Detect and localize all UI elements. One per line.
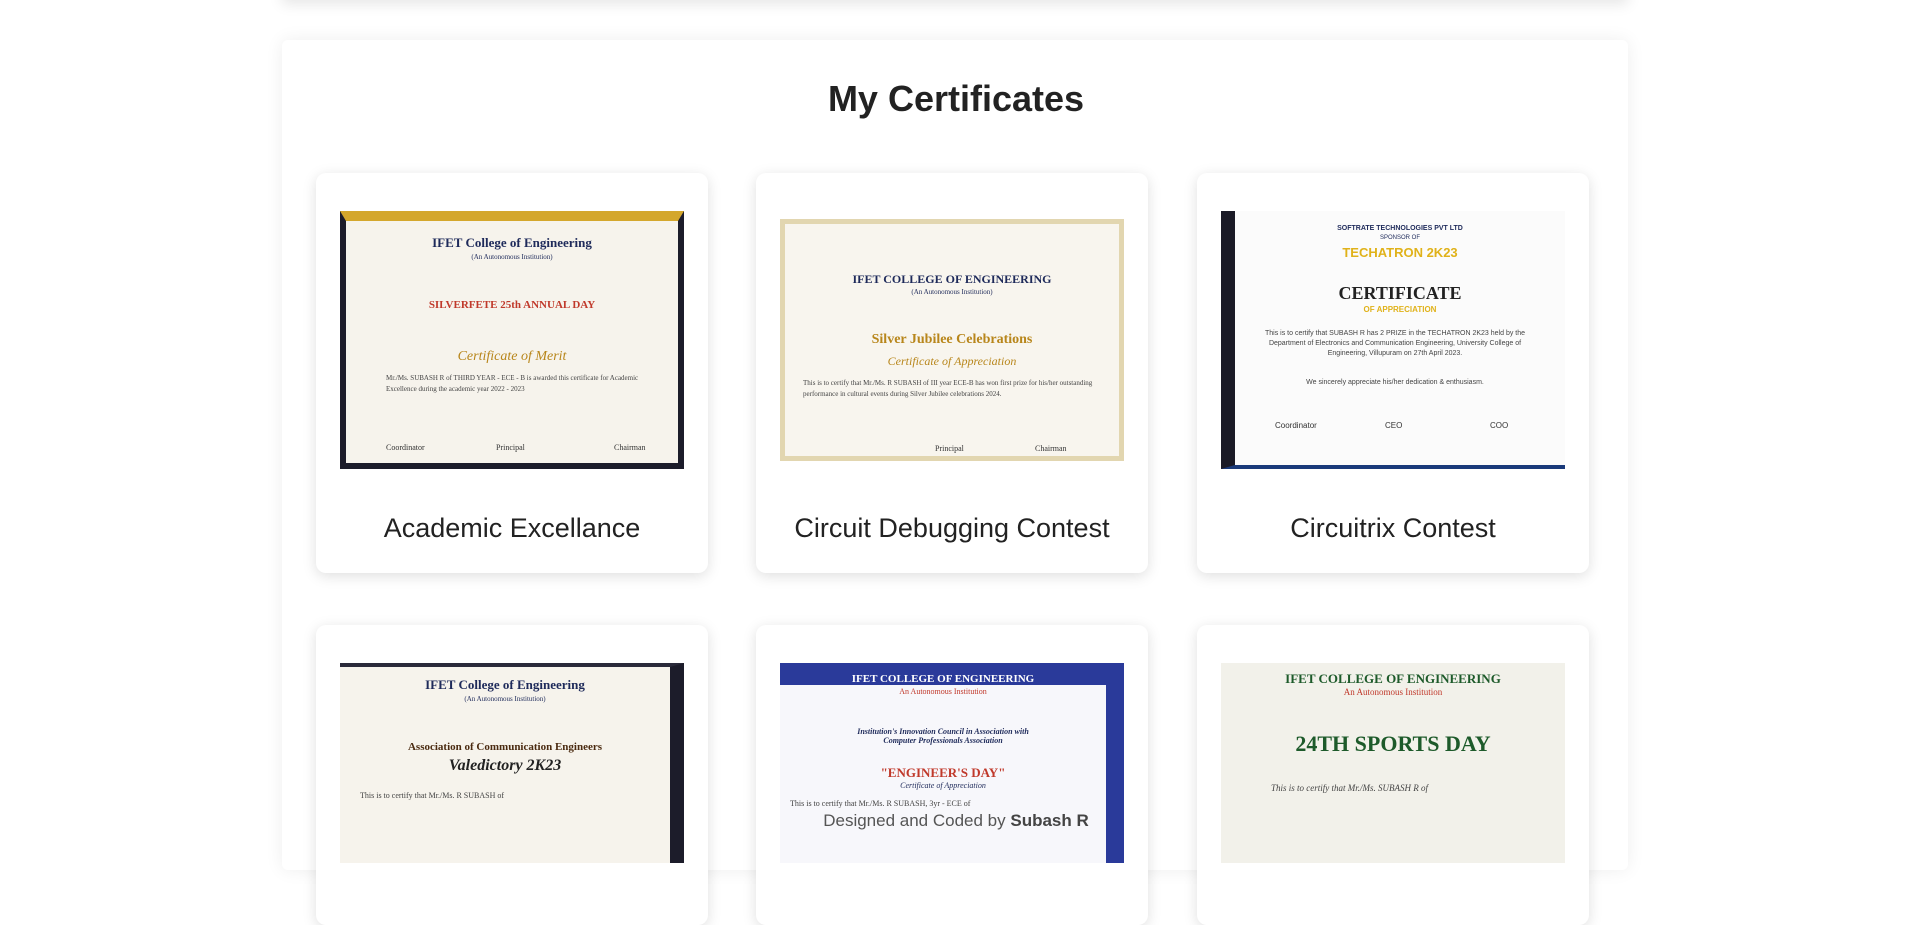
certificate-image[interactable]: IFET COLLEGE OF ENGINEERING An Autonomou… (1221, 663, 1565, 863)
certificate-title: Academic Excellance (383, 513, 641, 543)
cert-event: 24TH SPORTS DAY (1295, 731, 1491, 756)
cert-heading: Certificate of Merit (457, 349, 567, 364)
cert-heading: CERTIFICATE (1338, 283, 1462, 303)
cert-heading: "ENGINEER'S DAY" (880, 765, 1006, 780)
certificate-card[interactable]: IFET COLLEGE OF ENGINEERING (An Autonomo… (756, 173, 1148, 573)
cert-subtitle: (An Autonomous Institution) (911, 288, 993, 296)
footer-credit: Designed and Coded by Subash R (0, 811, 1912, 831)
cert-signature: CEO (1385, 421, 1403, 430)
cert-signature: COO (1490, 421, 1509, 430)
cert-institution: IFET College of Engineering (432, 235, 592, 250)
cert-signature: Principal (935, 444, 964, 453)
cert-institution: IFET COLLEGE OF ENGINEERING (780, 673, 1106, 685)
cert-subtitle: (An Autonomous Institution) (464, 695, 546, 703)
cert-heading: Certificate of Appreciation (887, 354, 1017, 368)
cert-institution: SOFTRATE TECHNOLOGIES PVT LTD (1337, 225, 1463, 232)
certificate-image[interactable]: IFET College of Engineering (An Autonomo… (340, 211, 684, 469)
cert-body: This is to certify that SUBASH R has 2 P… (1265, 330, 1526, 357)
cert-institution: IFET College of Engineering (425, 677, 585, 692)
certificate-card[interactable]: SOFTRATE TECHNOLOGIES PVT LTD SPONSOR OF… (1197, 173, 1589, 573)
cert-body: This is to certify that Mr./Ms. R SUBASH… (790, 799, 971, 808)
cert-institution: IFET COLLEGE OF ENGINEERING (1285, 671, 1501, 686)
cert-subtitle: An Autonomous Institution (1343, 687, 1443, 697)
footer-prefix: Designed and Coded by (823, 811, 1006, 830)
page-title: My Certificates (827, 78, 1085, 119)
certificate-card[interactable]: IFET COLLEGE OF ENGINEERING An Autonomou… (1197, 625, 1589, 925)
cert-institution: IFET COLLEGE OF ENGINEERING (852, 272, 1052, 286)
cert-event: SILVERFETE 25th ANNUAL DAY (428, 299, 596, 311)
cert-signature: Coordinator (386, 443, 425, 452)
cert-body: Mr./Ms. SUBASH R of THIRD YEAR - ECE - B… (386, 374, 639, 393)
footer-author: Subash R (1010, 811, 1089, 830)
cert-event: Silver Jubilee Celebrations (871, 332, 1033, 347)
certificate-card[interactable]: IFET College of Engineering (An Autonomo… (316, 625, 708, 925)
certificate-card[interactable]: IFET COLLEGE OF ENGINEERING An Autonomou… (756, 625, 1148, 925)
certificate-title: Circuitrix Contest (1290, 513, 1496, 543)
certificate-card[interactable]: IFET College of Engineering (An Autonomo… (316, 173, 708, 573)
cert-subheading: Certificate of Appreciation (900, 781, 986, 790)
cert-signature: Principal (496, 443, 525, 452)
certificate-title: Circuit Debugging Contest (794, 513, 1110, 543)
cert-signature: Coordinator (1275, 421, 1317, 430)
cert-subtitle: SPONSOR OF (1379, 235, 1420, 241)
cert-event: Institution's Innovation Council in Asso… (857, 727, 1029, 745)
cert-subtitle: An Autonomous Institution (899, 687, 987, 696)
cert-subheading: OF APPRECIATION (1363, 305, 1437, 314)
certificate-image[interactable]: IFET COLLEGE OF ENGINEERING (An Autonomo… (780, 219, 1124, 461)
cert-body: This is to certify that Mr./Ms. R SUBASH… (360, 791, 505, 800)
cert-note: We sincerely appreciate his/her dedicati… (1306, 379, 1484, 386)
cert-body: This is to certify that Mr./Ms. R SUBASH… (803, 379, 1093, 398)
certificate-image[interactable]: IFET College of Engineering (An Autonomo… (340, 663, 684, 863)
cert-subtitle: (An Autonomous Institution) (471, 253, 553, 261)
cert-event: Association of Communication Engineers (407, 741, 603, 753)
cert-event: TECHATRON 2K23 (1342, 245, 1458, 260)
cert-heading: Valedictory 2K23 (448, 757, 562, 774)
cert-body: This is to certify that Mr./Ms. SUBASH R… (1271, 783, 1428, 793)
certificate-image[interactable]: IFET COLLEGE OF ENGINEERING An Autonomou… (780, 663, 1124, 863)
certificate-image[interactable]: SOFTRATE TECHNOLOGIES PVT LTD SPONSOR OF… (1221, 211, 1565, 469)
cert-signature: Chairman (1035, 444, 1067, 453)
cert-signature: Chairman (614, 443, 646, 452)
